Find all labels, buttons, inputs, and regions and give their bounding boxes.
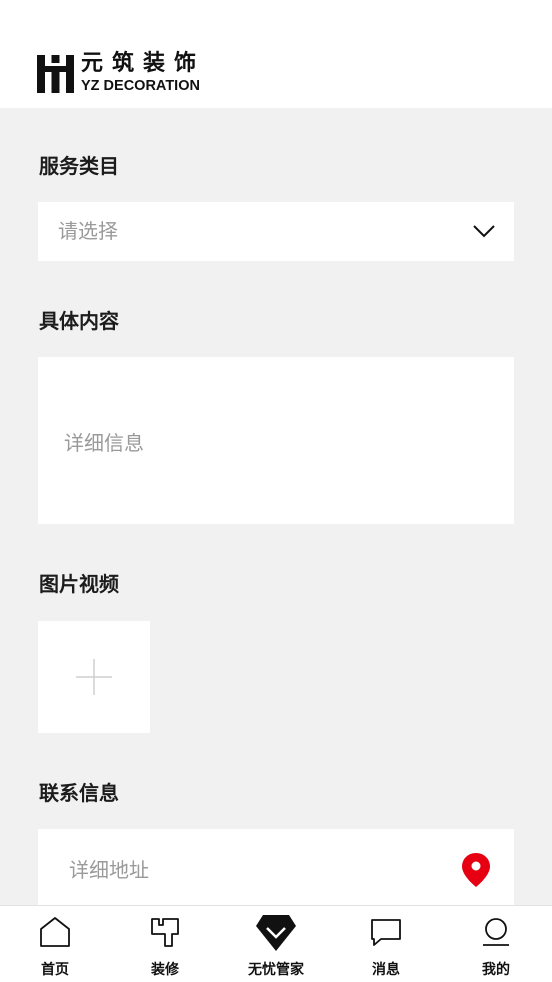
decoration-icon [151, 918, 179, 947]
plus-icon [76, 659, 112, 695]
chevron-down-icon [473, 225, 495, 238]
tab-butler-label: 无忧管家 [248, 962, 304, 978]
tab-decoration-label: 装修 [151, 962, 179, 978]
tab-home-label: 首页 [41, 962, 69, 978]
profile-icon [483, 918, 509, 946]
address-placeholder: 详细地址 [69, 858, 149, 882]
brand-name-cn: 元筑装饰 [81, 51, 206, 76]
message-icon [371, 919, 401, 946]
tab-home[interactable]: 首页 [0, 906, 110, 982]
tab-message-label: 消息 [372, 962, 400, 978]
tab-profile-label: 我的 [482, 962, 510, 978]
service-category-label: 服务类目 [39, 154, 119, 178]
tab-message[interactable]: 消息 [331, 906, 441, 982]
home-icon [40, 917, 70, 947]
tab-profile[interactable]: 我的 [441, 906, 551, 982]
content-textarea[interactable]: 详细信息 [38, 357, 514, 524]
location-pin-icon[interactable] [461, 852, 491, 888]
media-label: 图片视频 [39, 572, 119, 596]
tab-butler[interactable]: 无忧管家 [221, 906, 331, 982]
contact-label: 联系信息 [39, 781, 119, 805]
content-placeholder: 详细信息 [64, 431, 144, 455]
media-upload-button[interactable] [38, 621, 150, 733]
content-label: 具体内容 [39, 309, 119, 333]
bottom-tab-bar: 首页 装修 无忧管家 消息 我的 [0, 905, 552, 982]
service-category-placeholder: 请选择 [58, 219, 118, 243]
brand-name-en: YZ DECORATION [81, 78, 200, 94]
logo-icon [37, 55, 74, 93]
app-header: 元筑装饰 YZ DECORATION [0, 0, 552, 108]
butler-icon [256, 915, 296, 951]
address-input[interactable]: 详细地址 [38, 829, 514, 905]
service-category-select[interactable]: 请选择 [38, 202, 514, 261]
tab-decoration[interactable]: 装修 [110, 906, 220, 982]
